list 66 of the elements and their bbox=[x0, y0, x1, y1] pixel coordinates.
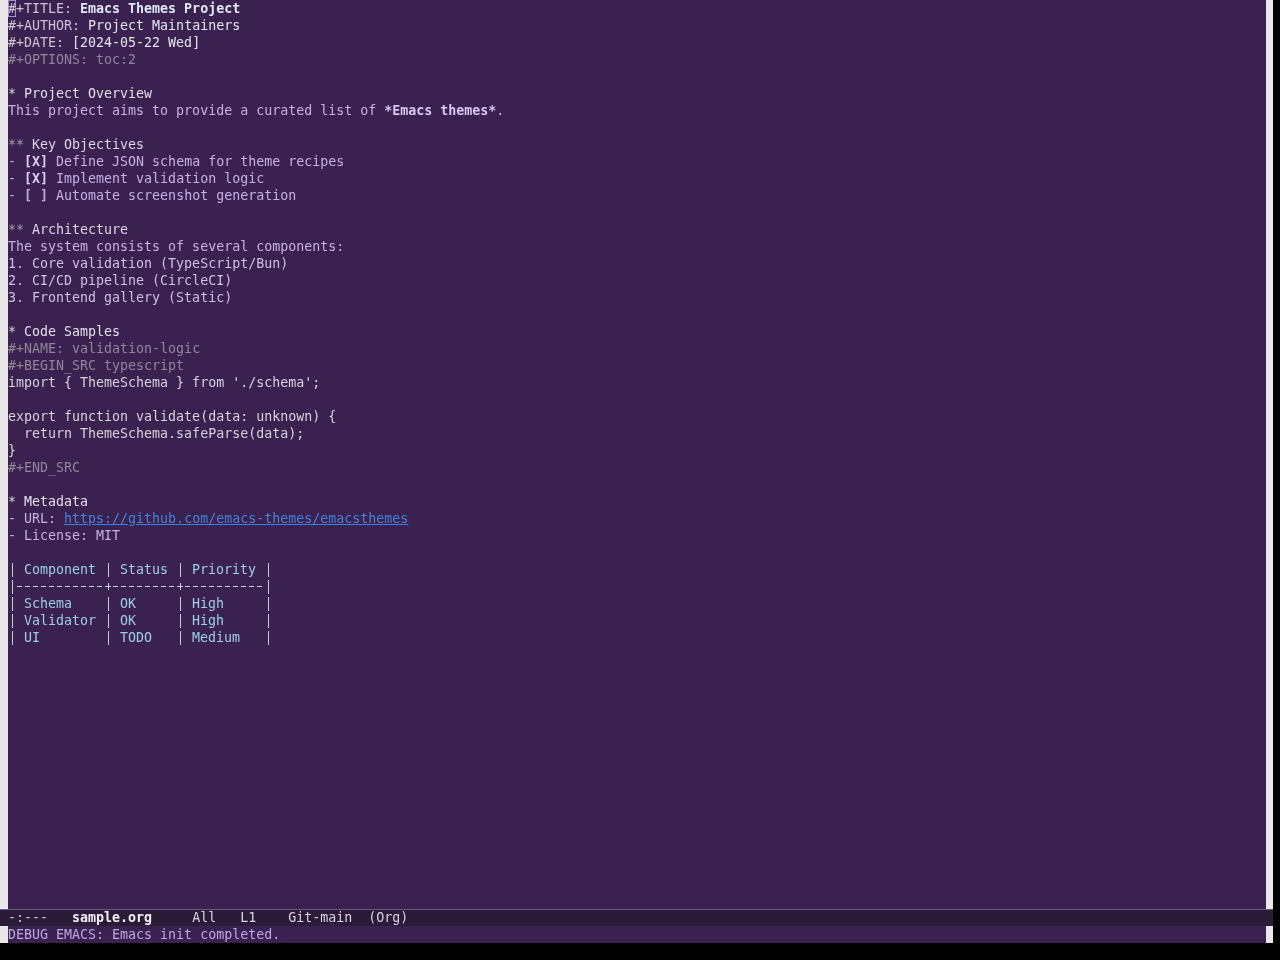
git-branch: Git-main bbox=[288, 910, 353, 926]
keyword-value: Emacs Themes Project bbox=[80, 0, 241, 17]
keyword-value: Project Maintainers bbox=[88, 17, 241, 34]
line-number: L1 bbox=[240, 910, 257, 926]
keyword-value: toc:2 bbox=[96, 51, 137, 68]
list-number: 1. bbox=[8, 255, 24, 272]
list-item: Automate screenshot generation bbox=[56, 187, 297, 204]
paragraph: This project aims to provide a curated list of *Emacs themes*. bbox=[8, 102, 505, 119]
checkbox[interactable]: [ ] bbox=[24, 187, 49, 204]
table-cell-text: High bbox=[192, 595, 226, 612]
table-cell-text: Medium bbox=[192, 629, 242, 646]
list-item: Implement validation logic bbox=[56, 170, 265, 187]
list-bullet: - bbox=[8, 170, 16, 187]
list-item: Core validation (TypeScript/Bun) bbox=[32, 255, 289, 272]
table-cell-text: TODO bbox=[120, 629, 154, 646]
heading-marker: * bbox=[8, 85, 16, 102]
checkbox[interactable]: [X] bbox=[24, 170, 49, 187]
paragraph: The system consists of several components: bbox=[8, 238, 345, 255]
table-header-cell: Status bbox=[120, 561, 169, 578]
table-cell-text: High bbox=[192, 612, 226, 629]
major-mode: (Org) bbox=[368, 910, 409, 926]
keyword-label: #+DATE: bbox=[8, 34, 65, 51]
table-header-cell: Priority bbox=[192, 561, 257, 578]
heading: Metadata bbox=[24, 493, 89, 510]
field-label: URL: bbox=[24, 510, 57, 527]
keyword-label: #+NAME: bbox=[8, 340, 65, 357]
keyword-label: #+END_SRC bbox=[8, 459, 81, 476]
heading-marker: ** bbox=[8, 221, 24, 238]
checkbox[interactable]: [X] bbox=[24, 153, 49, 170]
heading: Code Samples bbox=[24, 323, 121, 340]
list-item: Define JSON schema for theme recipes bbox=[56, 153, 345, 170]
mode-line-status: -:--- bbox=[8, 910, 49, 926]
left-fringe bbox=[0, 926, 8, 943]
table-cell: Validator bbox=[24, 612, 97, 629]
right-fringe bbox=[1266, 926, 1273, 943]
heading-marker: * bbox=[8, 493, 16, 510]
scroll-position: All bbox=[192, 910, 217, 926]
list-item: CI/CD pipeline (CircleCI) bbox=[32, 272, 233, 289]
list-number: 3. bbox=[8, 289, 24, 306]
heading: Architecture bbox=[32, 221, 129, 238]
table-cell-text: Schema bbox=[24, 595, 74, 612]
heading-marker: ** bbox=[8, 136, 24, 153]
keyword-value: [2024-05-22 Wed] bbox=[72, 34, 201, 51]
table-cell-text: UI bbox=[24, 629, 41, 646]
link[interactable]: https://github.com/emacs-themes/emacsthemes bbox=[64, 510, 409, 527]
echo-message: DEBUG EMACS: Emacs init completed. bbox=[8, 926, 281, 943]
source-code: import { ThemeSchema } from './schema'; export function validate(data: unknown) { return ThemeSchema.safeParse(data); } bbox=[8, 374, 337, 459]
list-item: License: MIT bbox=[24, 527, 121, 544]
heading: Key Objectives bbox=[32, 136, 145, 153]
list-item: Frontend gallery (Static) bbox=[32, 289, 233, 306]
list-bullet: - bbox=[8, 527, 16, 544]
keyword-label: #+BEGIN_SRC bbox=[8, 357, 97, 374]
heading-marker: * bbox=[8, 323, 16, 340]
table-cell-text: OK bbox=[120, 595, 138, 612]
buffer-name: sample.org bbox=[72, 910, 153, 926]
heading: Project Overview bbox=[24, 85, 153, 102]
keyword-label: #+AUTHOR: bbox=[8, 17, 81, 34]
table-header-cell: Component bbox=[24, 561, 97, 578]
list-bullet: - bbox=[8, 187, 16, 204]
keyword-value: validation-logic bbox=[72, 340, 201, 357]
list-number: 2. bbox=[8, 272, 24, 289]
table-cell-text: OK bbox=[120, 612, 138, 629]
keyword-value: typescript bbox=[104, 357, 185, 374]
keyword-label: #+OPTIONS: bbox=[8, 51, 89, 68]
list-bullet: - bbox=[8, 153, 16, 170]
list-bullet: - bbox=[8, 510, 16, 527]
